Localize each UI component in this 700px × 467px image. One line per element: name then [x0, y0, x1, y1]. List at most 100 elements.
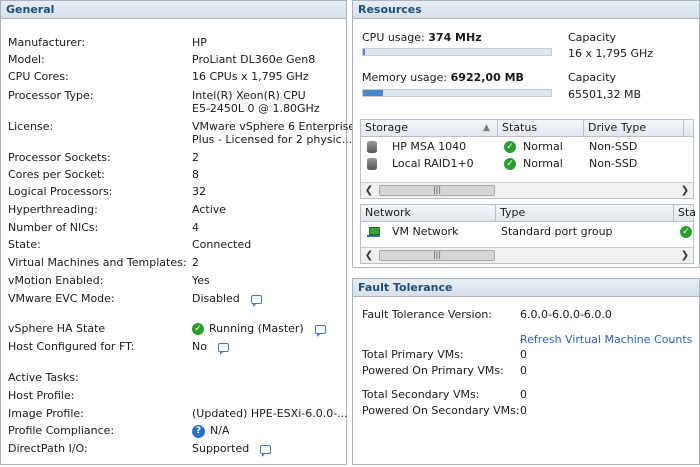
memory-usage-label: Memory usage: [362, 71, 448, 84]
row-label: Image Profile: [8, 407, 84, 420]
memory-usage: Memory usage: 6922,00 MB [362, 71, 524, 84]
network-name: VM Network [392, 225, 459, 238]
general-row-ha-state: vSphere HA State ✓ Running (Master) [8, 321, 343, 337]
row-value: No [192, 340, 207, 353]
table-row[interactable]: VM Network Standard port group ✓ [367, 224, 692, 240]
storage-status: Normal [523, 157, 563, 170]
row-value: 0 [520, 404, 527, 417]
check-circle-icon: ✓ [504, 141, 516, 153]
general-row-license: License: VMware vSphere 6 Enterprise Plu… [8, 119, 355, 149]
sort-ascending-icon: ▲ [483, 123, 490, 133]
general-row-processor-sockets: Processor Sockets: 2 [8, 150, 343, 166]
network-table: Network Type Sta VM Network Standard por… [360, 204, 696, 264]
scroll-right-icon[interactable]: ❯ [677, 248, 693, 263]
row-value: Active [192, 203, 227, 216]
row-label: Processor Sockets: [8, 151, 111, 164]
row-value-line-2: Plus - Licensed for 2 physic... [192, 133, 353, 146]
row-label: Powered On Secondary VMs: [362, 404, 520, 417]
table-row[interactable]: HP MSA 1040 ✓ Normal Non-SSD [367, 139, 687, 155]
row-value: 16 CPUs x 1,795 GHz [192, 70, 309, 83]
general-row-active-tasks: Active Tasks: [8, 370, 343, 386]
table-row[interactable]: Local RAID1+0 ✓ Normal Non-SSD [367, 156, 687, 172]
row-label: Host Configured for FT: [8, 340, 135, 353]
comment-bubble-icon[interactable] [314, 324, 326, 337]
row-value: HP [192, 36, 207, 49]
row-value: 0 [520, 364, 527, 377]
column-header-drive-type[interactable]: Drive Type [584, 120, 684, 136]
general-row-vmotion: vMotion Enabled: Yes [8, 273, 343, 289]
row-label: CPU Cores: [8, 70, 69, 83]
general-row-state: State: Connected [8, 237, 343, 253]
general-row-cores-per-socket: Cores per Socket: 8 [8, 167, 343, 183]
column-header-status[interactable]: Sta [674, 205, 696, 221]
storage-name: Local RAID1+0 [392, 157, 474, 170]
row-label: Profile Compliance: [8, 424, 115, 437]
column-header-network[interactable]: Network [361, 205, 496, 221]
comment-bubble-icon[interactable] [250, 294, 262, 307]
row-value: 2 [192, 151, 199, 164]
cpu-usage: CPU usage: 374 MHz [362, 31, 482, 44]
comment-bubble-icon[interactable] [217, 342, 229, 355]
general-row-cpu-cores: CPU Cores: 16 CPUs x 1,795 GHz [8, 69, 343, 85]
general-row-image-profile: Image Profile: (Updated) HPE-ESXi-6.0.0-… [8, 406, 348, 422]
row-value: Yes [192, 274, 210, 287]
row-label: Hyperthreading: [8, 203, 98, 216]
row-label: VMware EVC Mode: [8, 292, 115, 305]
scroll-right-icon[interactable]: ❯ [677, 183, 693, 198]
row-value: 32 [192, 185, 206, 198]
storage-horizontal-scrollbar[interactable]: ❮ ||| ❯ [361, 182, 693, 198]
general-row-number-of-nics: Number of NICs: 4 [8, 220, 343, 236]
storage-status: Normal [523, 140, 563, 153]
general-panel: General Manufacturer: HP Model: ProLiant… [0, 0, 355, 465]
row-label: Number of NICs: [8, 221, 99, 234]
row-label: Logical Processors: [8, 185, 113, 198]
memory-capacity-label: Capacity [568, 71, 617, 84]
datastore-icon [367, 141, 377, 153]
column-header-status[interactable]: Status [498, 120, 584, 136]
scrollbar-thumb[interactable]: ||| [379, 185, 495, 196]
fault-tolerance-panel: Fault Tolerance Fault Tolerance Version:… [352, 278, 700, 465]
row-label: Powered On Primary VMs: [362, 364, 504, 377]
row-value: Running (Master) [209, 322, 304, 335]
row-value: 2 [192, 256, 199, 269]
column-header-storage[interactable]: Storage [361, 120, 498, 136]
row-label: DirectPath I/O: [8, 442, 88, 455]
general-panel-title: General [1, 1, 346, 19]
scroll-left-icon[interactable]: ❮ [361, 248, 377, 263]
row-value: Supported [192, 442, 250, 455]
scrollbar-thumb[interactable]: ||| [379, 250, 495, 261]
check-circle-icon: ✓ [192, 323, 204, 335]
storage-table: Storage ▲ Status Drive Type HP MSA 1040 … [360, 119, 694, 199]
network-horizontal-scrollbar[interactable]: ❮ ||| ❯ [361, 247, 693, 263]
question-icon[interactable]: ? [192, 424, 205, 438]
row-label: Model: [8, 53, 45, 66]
column-header-type[interactable]: Type [496, 205, 674, 221]
memory-usage-bar-fill [363, 90, 383, 96]
ft-row-total-primary: Total Primary VMs: 0 [362, 347, 697, 363]
row-label: Manufacturer: [8, 36, 86, 49]
row-label: State: [8, 238, 41, 251]
row-value: 0 [520, 388, 527, 401]
cpu-capacity-label: Capacity [568, 31, 617, 44]
ft-row-total-secondary: Total Secondary VMs: 0 [362, 387, 697, 403]
row-label: Processor Type: [8, 89, 94, 102]
cpu-usage-label: CPU usage: [362, 31, 425, 44]
row-label: vSphere HA State [8, 322, 106, 335]
general-row-directpath: DirectPath I/O: Supported [8, 441, 343, 457]
resources-panel: Resources CPU usage: 374 MHz Capacity 16… [352, 0, 700, 268]
fault-tolerance-panel-title: Fault Tolerance [353, 279, 699, 297]
row-label: License: [8, 120, 54, 133]
row-value: N/A [210, 424, 230, 437]
comment-bubble-icon[interactable] [260, 444, 272, 457]
memory-usage-bar [362, 89, 552, 97]
ft-version-row: Fault Tolerance Version: 6.0.0-6.0.0-6.0… [362, 307, 697, 323]
memory-capacity-value: 65501,32 MB [568, 88, 642, 101]
row-label: Active Tasks: [8, 371, 79, 384]
general-row-host-profile: Host Profile: [8, 388, 343, 404]
scroll-left-icon[interactable]: ❮ [361, 183, 377, 198]
general-row-evc-mode: VMware EVC Mode: Disabled [8, 291, 343, 307]
datastore-icon [367, 158, 377, 170]
row-label: Host Profile: [8, 389, 75, 402]
ft-row-powered-on-secondary: Powered On Secondary VMs: 0 [362, 403, 697, 419]
refresh-vm-counts-link[interactable]: Refresh Virtual Machine Counts [520, 332, 692, 348]
